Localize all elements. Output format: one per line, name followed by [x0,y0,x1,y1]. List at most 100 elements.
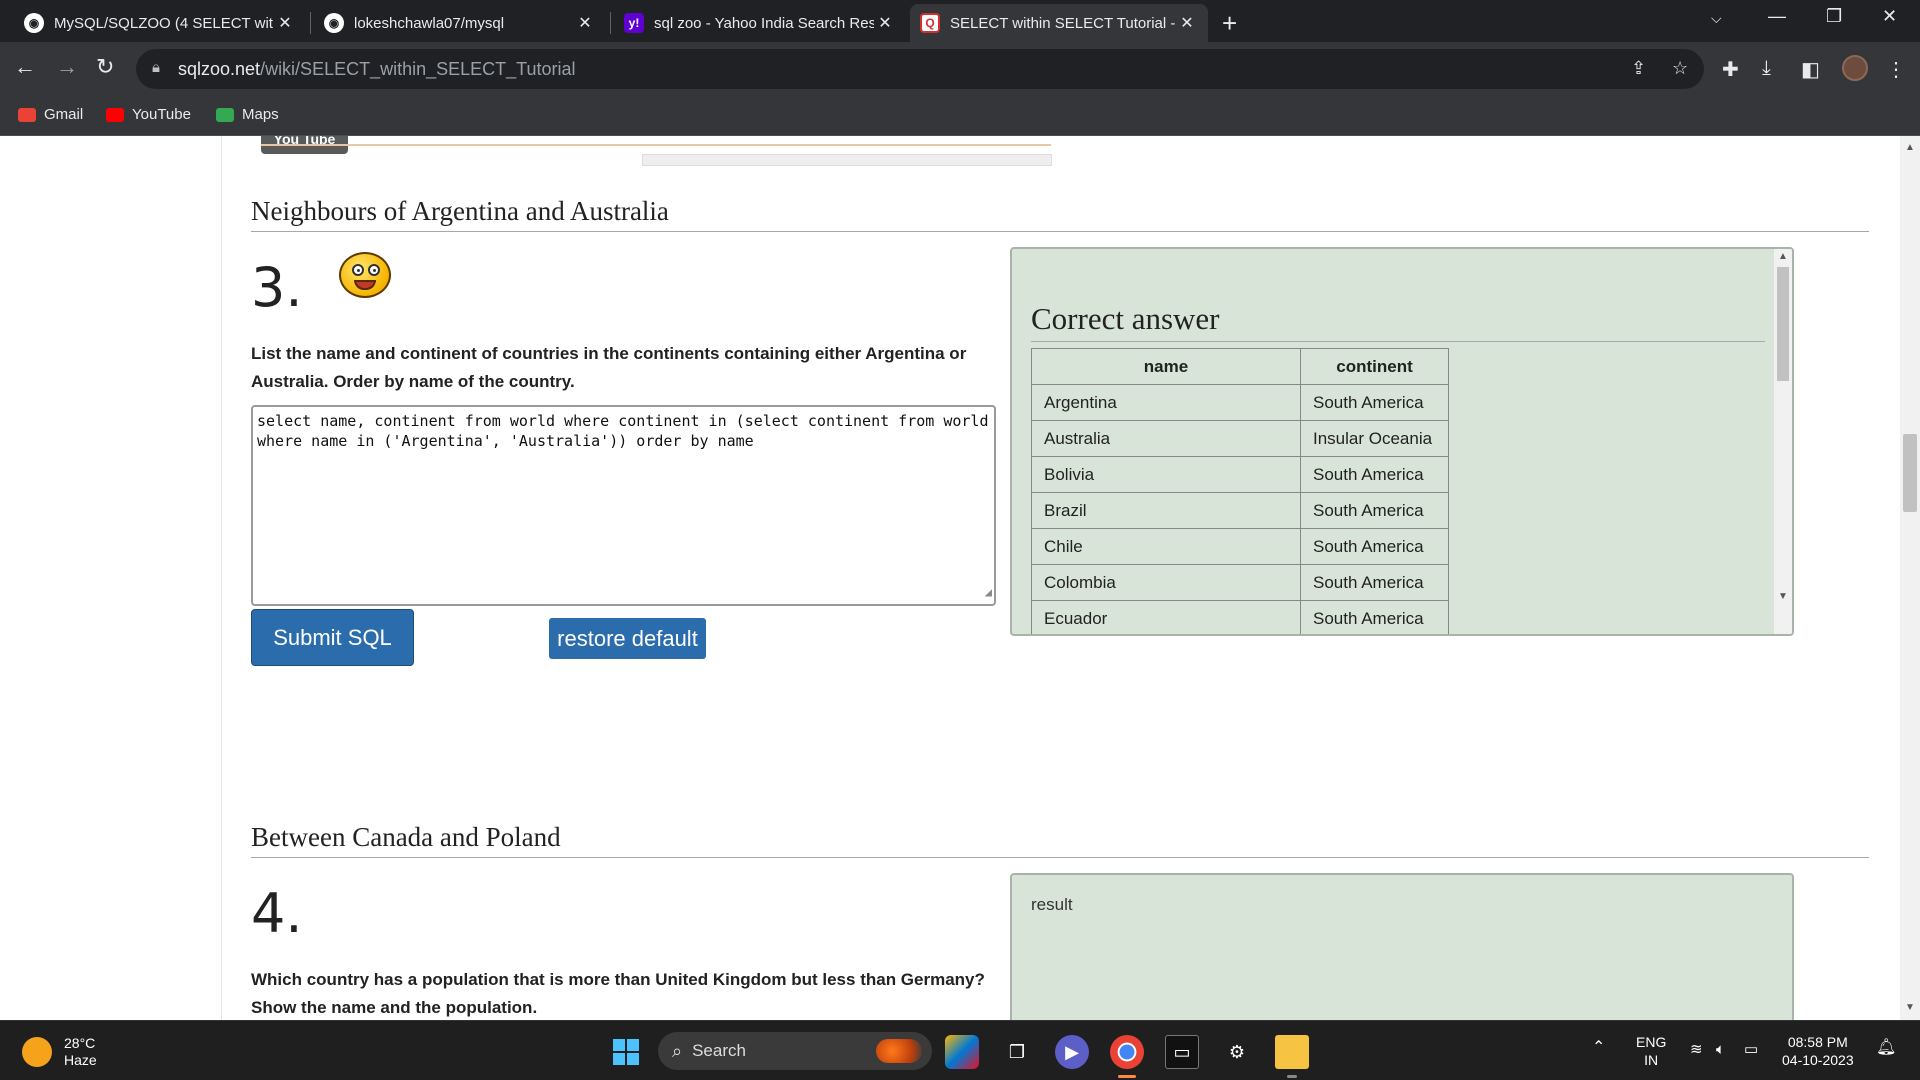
result-label: result [1031,895,1073,914]
gmail-icon [18,107,36,122]
answer-scrollbar[interactable]: ▲ ▼ [1774,249,1792,634]
github-icon: ◉ [24,13,44,33]
section-heading-3: Neighbours of Argentina and Australia [251,196,669,226]
temperature: 28°C [64,1035,96,1051]
notification-icon[interactable]: 🔔︎ [1876,1039,1896,1057]
table-row: Colombia South America [1031,564,1449,601]
volume-icon[interactable]: 🔈︎ [1716,1041,1725,1059]
close-icon[interactable]: ✕ [874,13,896,33]
reload-icon[interactable]: ↻ [96,54,114,80]
close-window-icon[interactable]: ✕ [1882,6,1897,27]
tab-select-within-select[interactable]: Q SELECT within SELECT Tutorial - SQLZoo… [910,4,1208,42]
submit-sql-button[interactable]: Submit SQL [251,609,414,666]
date-text: 04-10-2023 [1782,1052,1854,1068]
tab-strip: ◉ MySQL/SQLZOO (4 SELECT within SELECT) … [0,0,1920,42]
haze-icon [22,1037,52,1067]
language-indicator[interactable]: ENG IN [1636,1033,1666,1069]
bookmark-maps[interactable]: Maps [216,106,279,123]
restore-default-button[interactable]: restore default [549,618,706,659]
copilot-icon[interactable] [945,1035,979,1069]
bookmark-youtube[interactable]: YouTube [106,106,191,123]
lang-code: ENG [1636,1034,1667,1050]
column-header-continent: continent [1300,348,1449,385]
question-text-3: List the name and continent of countries… [251,344,967,391]
tab-lokeshchawla[interactable]: ◉ lokeshchawla07/mysql ✕ [314,4,606,42]
chrome-icon[interactable] [1110,1035,1144,1069]
search-highlight-icon [876,1039,922,1063]
browser-toolbar: ← → ↻ 🔒︎ sqlzoo.net/wiki/SELECT_within_S… [0,42,1920,96]
tab-title: lokeshchawla07/mysql [354,14,505,32]
forward-icon[interactable]: → [56,54,78,80]
page-scrollbar[interactable]: ▲ ▼ [1900,136,1920,1020]
sql-text: select name, continent from world where … [257,412,998,450]
tray-chevron-icon[interactable]: ⌃ [1592,1039,1605,1057]
new-tab-icon[interactable]: + [1222,8,1237,39]
column-header-name: name [1031,348,1301,385]
sqlzoo-icon: Q [920,13,940,33]
region-code: IN [1644,1052,1659,1068]
teams-chat-icon[interactable]: ▶ [1055,1035,1089,1069]
weather-condition: Haze [64,1052,97,1068]
close-icon[interactable]: ✕ [1176,13,1198,33]
scroll-down-icon[interactable]: ▼ [1905,1002,1915,1013]
section-heading-4: Between Canada and Poland [251,822,561,852]
bookmark-gmail[interactable]: Gmail [18,106,83,123]
settings-gear-icon[interactable]: ⚙ [1220,1035,1254,1069]
file-explorer-icon[interactable] [1275,1035,1309,1069]
profile-avatar[interactable] [1842,55,1868,81]
answer-panel[interactable]: Correct answer name continent Argentina S… [1010,247,1794,636]
table-row: Argentina South America [1031,384,1449,421]
table-row: Bolivia South America [1031,456,1449,493]
download-icon[interactable]: ⤓ [1762,57,1771,80]
bookmark-star-icon[interactable]: ☆ [1672,58,1688,79]
tab-mysql-sqlzoo[interactable]: ◉ MySQL/SQLZOO (4 SELECT within SELECT) … [14,4,306,42]
back-icon[interactable]: ← [14,54,36,80]
resize-grip-icon[interactable]: ◢ [985,582,992,602]
table-row: Brazil South America [1031,492,1449,529]
bookmark-label: YouTube [132,106,191,123]
yahoo-icon: y! [624,13,644,33]
answer-title: Correct answer [1031,301,1220,336]
clock[interactable]: 08:58 PM 04-10-2023 [1782,1033,1854,1069]
time-text: 08:58 PM [1787,1034,1848,1050]
bookmarks-bar: Gmail YouTube Maps [0,96,1920,136]
task-view-icon[interactable]: ❐ [1000,1035,1034,1069]
battery-icon[interactable]: ▭ [1744,1041,1758,1059]
table-row: Ecuador South America [1031,600,1449,634]
question-number-3: 3. [251,256,303,319]
sql-input[interactable]: select name, continent from world where … [251,405,996,606]
lock-icon[interactable]: 🔒︎ [152,59,160,76]
wifi-icon[interactable]: ≋ [1690,1041,1703,1059]
share-icon[interactable]: ⇪ [1631,58,1646,79]
extensions-icon[interactable]: ✚ [1722,57,1739,82]
table-row: Australia Insular Oceania [1031,420,1449,457]
bookmark-label: Maps [242,106,279,123]
scroll-up-icon[interactable]: ▲ [1905,142,1915,153]
bookmark-label: Gmail [44,106,84,123]
weather-widget[interactable]: 28°C Haze [22,1035,97,1069]
close-icon[interactable]: ✕ [274,13,296,33]
close-icon[interactable]: ✕ [574,13,596,33]
result-panel[interactable]: result [1010,873,1794,1020]
taskbar-search[interactable]: ⌕ Search [658,1032,932,1070]
answer-table: name continent Argentina South America Au… [1031,348,1449,634]
tab-title: SELECT within SELECT Tutorial - SQLZoo [950,14,1176,32]
tab-yahoo-search[interactable]: y! sql zoo - Yahoo India Search Results … [614,4,906,42]
menu-icon[interactable]: ⋮ [1886,57,1906,82]
terminal-icon[interactable]: ▭ [1165,1035,1199,1069]
scrollbar-thumb[interactable] [1903,434,1917,512]
address-bar[interactable]: 🔒︎ sqlzoo.net/wiki/SELECT_within_SELECT_… [136,49,1704,89]
scrollbar-thumb[interactable] [1777,267,1789,381]
windows-start-icon[interactable] [609,1035,643,1069]
search-label: Search [692,1041,746,1060]
scroll-up-icon[interactable]: ▲ [1778,251,1788,262]
minimize-icon[interactable]: — [1768,6,1786,27]
question-number-4: 4. [251,882,303,945]
table-row: Chile South America [1031,528,1449,565]
maps-icon [216,107,234,122]
restore-icon[interactable]: ❐ [1826,6,1842,27]
scroll-down-icon[interactable]: ▼ [1778,591,1788,602]
youtube-icon [106,107,124,122]
tab-search-chevron-icon[interactable]: ⌵ [1711,10,1722,27]
side-panel-icon[interactable]: ◧ [1801,57,1820,82]
